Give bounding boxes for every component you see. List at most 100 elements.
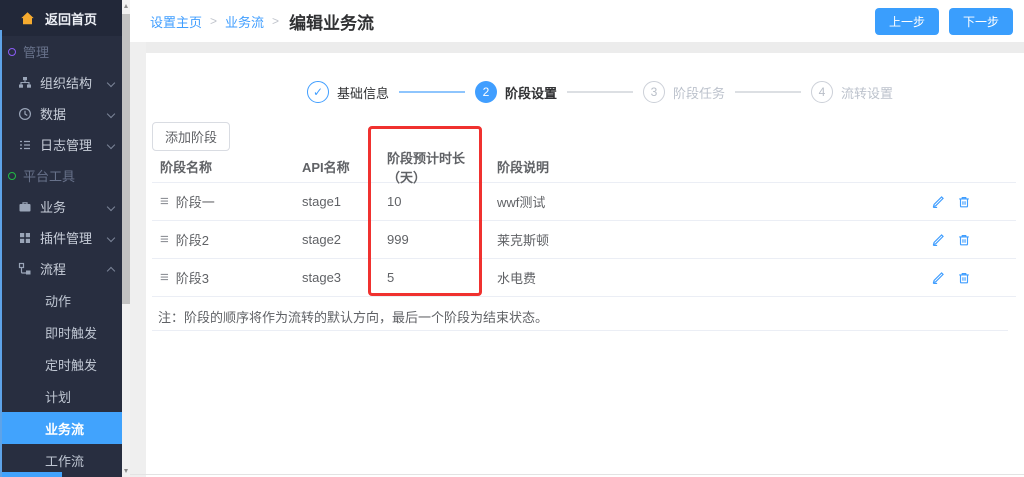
topbar: 设置主页 > 业务流 > 编辑业务流 上一步 下一步 xyxy=(130,0,1024,42)
step-label: 流转设置 xyxy=(841,83,893,102)
drag-handle-icon[interactable]: ≡ xyxy=(160,194,169,209)
chevron-down-icon xyxy=(107,140,115,148)
description-cell: 莱克斯顿 xyxy=(489,230,886,249)
sidebar-item-data[interactable]: 数据 xyxy=(0,98,122,129)
sidebar-item-label: 数据 xyxy=(40,104,66,123)
prev-step-button[interactable]: 上一步 xyxy=(875,8,939,35)
sidebar-home-label: 返回首页 xyxy=(45,9,97,28)
scroll-down-icon[interactable] xyxy=(124,469,128,473)
step-label: 基础信息 xyxy=(337,83,389,102)
topbar-buttons: 上一步 下一步 xyxy=(875,8,1013,35)
description-cell: 水电费 xyxy=(489,268,886,287)
step-check-icon: ✓ xyxy=(307,81,329,103)
flow-icon xyxy=(18,262,32,276)
chevron-down-icon xyxy=(107,202,115,210)
sidebar-item-label: 管理 xyxy=(23,42,49,61)
step-number: 4 xyxy=(811,81,833,103)
home-icon xyxy=(20,11,35,26)
edit-icon[interactable] xyxy=(931,195,945,209)
wizard-stepper: ✓ 基础信息 2 阶段设置 3 阶段任务 4 流转设置 xyxy=(146,77,1024,107)
drag-handle-icon[interactable]: ≡ xyxy=(160,232,169,247)
purple-dot-icon xyxy=(8,48,16,56)
sidebar-subitem-timed-trigger[interactable]: 定时触发 xyxy=(0,348,122,380)
step-label: 阶段任务 xyxy=(673,83,725,102)
app-root: 返回首页 管理 组织结构 数据 xyxy=(0,0,1024,477)
chevron-down-icon xyxy=(107,109,115,117)
org-chart-icon xyxy=(18,76,32,90)
stage-name-cell: 阶段3 xyxy=(176,268,209,287)
green-dot-icon xyxy=(8,172,16,180)
window-bottom-line xyxy=(130,474,1024,475)
sidebar-item-label: 插件管理 xyxy=(40,228,92,247)
sidebar-item-label: 组织结构 xyxy=(40,73,92,92)
sidebar-nav: 管理 组织结构 数据 xyxy=(0,36,122,476)
window-bottom-left-accent xyxy=(2,472,62,477)
sidebar-scrollbar[interactable] xyxy=(122,0,130,477)
sidebar-subitem-action[interactable]: 动作 xyxy=(0,284,122,316)
table-note: 注：阶段的顺序将作为流转的默认方向，最后一个阶段为结束状态。 xyxy=(152,297,1008,331)
sidebar-subitem-business-flow-active[interactable]: 业务流 xyxy=(0,412,122,444)
sidebar-item-log-manage[interactable]: 日志管理 xyxy=(0,129,122,160)
breadcrumb: 设置主页 > 业务流 > 编辑业务流 xyxy=(150,9,374,34)
sidebar-item-home[interactable]: 返回首页 xyxy=(0,0,122,36)
add-stage-button[interactable]: 添加阶段 xyxy=(152,122,230,151)
breadcrumb-separator: > xyxy=(272,14,279,28)
sidebar-subitem-label: 业务流 xyxy=(45,419,84,438)
breadcrumb-separator: > xyxy=(210,14,217,28)
sidebar-item-label: 业务 xyxy=(40,197,66,216)
delete-icon[interactable] xyxy=(957,195,971,209)
duration-cell: 5 xyxy=(379,270,489,285)
stage-name-cell: 阶段一 xyxy=(176,192,215,211)
sidebar-subitem-label: 工作流 xyxy=(45,451,84,470)
sidebar-subitem-label: 动作 xyxy=(45,291,71,310)
window-left-border xyxy=(0,30,2,477)
sidebar-subitem-plan[interactable]: 计划 xyxy=(0,380,122,412)
column-header-stage-name: 阶段名称 xyxy=(152,157,294,176)
scrollbar-thumb[interactable] xyxy=(122,14,130,304)
drag-handle-icon[interactable]: ≡ xyxy=(160,270,169,285)
duration-cell: 10 xyxy=(379,194,489,209)
step-connector xyxy=(735,91,801,93)
step-number: 3 xyxy=(643,81,665,103)
step-stage-settings[interactable]: 2 阶段设置 xyxy=(475,81,557,103)
page-title: 编辑业务流 xyxy=(289,9,374,34)
sidebar-item-business[interactable]: 业务 xyxy=(0,191,122,222)
sidebar-item-label: 平台工具 xyxy=(23,166,75,185)
breadcrumb-link-business-flow[interactable]: 业务流 xyxy=(225,12,264,31)
edit-icon[interactable] xyxy=(931,233,945,247)
api-name-cell: stage3 xyxy=(294,270,379,285)
breadcrumb-link-settings-home[interactable]: 设置主页 xyxy=(150,12,202,31)
card-left-margin xyxy=(130,42,146,477)
table-row: ≡ 阶段3 stage3 5 水电费 xyxy=(152,259,1016,297)
next-step-button[interactable]: 下一步 xyxy=(949,8,1013,35)
step-stage-tasks[interactable]: 3 阶段任务 xyxy=(643,81,725,103)
sidebar-item-platform-tools[interactable]: 平台工具 xyxy=(0,160,122,191)
sidebar-item-manage[interactable]: 管理 xyxy=(0,36,122,67)
scroll-up-icon[interactable] xyxy=(124,4,128,8)
table-row: ≡ 阶段2 stage2 999 莱克斯顿 xyxy=(152,221,1016,259)
delete-icon[interactable] xyxy=(957,271,971,285)
step-basic-info[interactable]: ✓ 基础信息 xyxy=(307,81,389,103)
sidebar-subitem-instant-trigger[interactable]: 即时触发 xyxy=(0,316,122,348)
sidebar-item-org-structure[interactable]: 组织结构 xyxy=(0,67,122,98)
api-name-cell: stage1 xyxy=(294,194,379,209)
content-card: ✓ 基础信息 2 阶段设置 3 阶段任务 4 流转设置 xyxy=(146,53,1024,474)
step-flow-settings[interactable]: 4 流转设置 xyxy=(811,81,893,103)
table-row: ≡ 阶段一 stage1 10 wwf测试 xyxy=(152,183,1016,221)
sidebar-subitem-label: 定时触发 xyxy=(45,355,97,374)
stage-table: 阶段名称 API名称 阶段预计时长（天） 阶段说明 ≡ 阶段一 stage1 1… xyxy=(152,151,1016,331)
main-area: 设置主页 > 业务流 > 编辑业务流 上一步 下一步 ✓ 基础信息 xyxy=(130,0,1024,477)
sidebar-item-process[interactable]: 流程 xyxy=(0,253,122,284)
sidebar: 返回首页 管理 组织结构 数据 xyxy=(0,0,122,477)
step-connector xyxy=(399,91,465,93)
step-number: 2 xyxy=(475,81,497,103)
clock-icon xyxy=(18,107,32,121)
grid-icon xyxy=(18,231,32,245)
sidebar-subitem-label: 计划 xyxy=(45,387,71,406)
sidebar-item-plugin-manage[interactable]: 插件管理 xyxy=(0,222,122,253)
chevron-down-icon xyxy=(107,78,115,86)
delete-icon[interactable] xyxy=(957,233,971,247)
list-icon xyxy=(18,138,32,152)
edit-icon[interactable] xyxy=(931,271,945,285)
column-header-api-name: API名称 xyxy=(294,157,379,176)
